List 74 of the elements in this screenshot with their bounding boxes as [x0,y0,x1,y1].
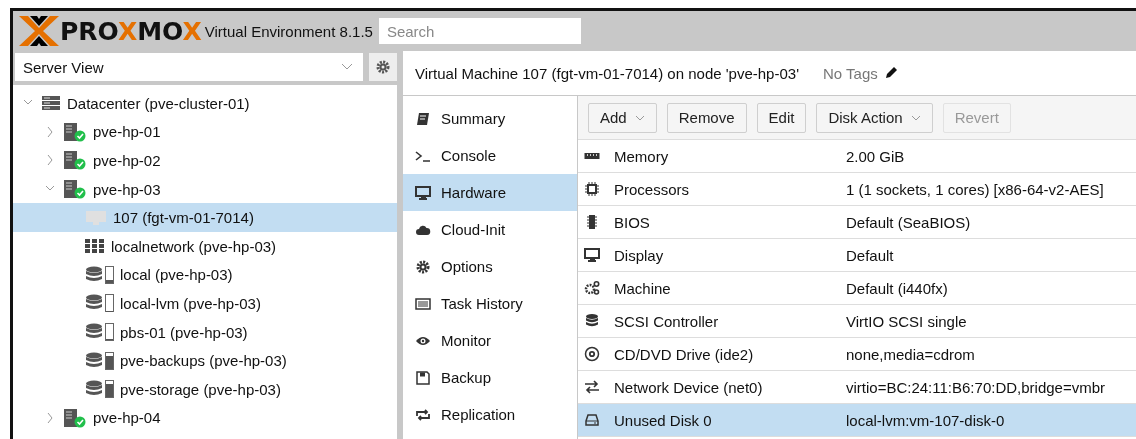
monitor-icon [415,184,431,201]
toolbar-button[interactable]: Remove [666,102,747,133]
nav-tab[interactable]: Replication [403,396,577,433]
nav-tab[interactable]: Task History [403,285,577,322]
tree-item[interactable]: pve-hp-01 [13,117,397,147]
server-online-icon [63,150,87,171]
gears-icon [584,280,600,296]
usage-meter [105,323,114,342]
book-icon [415,110,431,127]
tree-item[interactable]: pve-backups (pve-hp-03) [13,346,397,375]
tree-item[interactable]: localnetwork (pve-hp-03) [13,231,397,261]
list-icon [415,295,431,312]
search-field[interactable]: Search [378,18,581,44]
tree-item[interactable]: pve-storage (pve-hp-03) [13,374,397,404]
disc-icon [584,346,600,362]
tree-item[interactable]: pbs-01 (pve-hp-03) [13,317,397,347]
vm-monitor-icon [85,208,107,227]
nav-tab[interactable]: Hardware [403,174,577,211]
tree-item[interactable]: local (pve-hp-03) [13,260,397,290]
monitor-icon [584,247,600,263]
hardware-row[interactable]: BIOS Default (SeaBIOS) [578,206,1136,239]
exchange-arrows-icon [584,379,600,395]
hardware-row[interactable]: Unused Disk 0 local-lvm:vm-107-disk-0 [578,404,1136,437]
nav-tab[interactable]: Cloud-Init [403,211,577,248]
usage-meter [105,380,114,399]
nav-tab[interactable]: Backup [403,359,577,396]
toolbar-button[interactable]: Disk Action [816,102,933,133]
gear-icon [415,258,431,275]
server-rack-icon [41,95,61,112]
vm-title: Virtual Machine 107 (fgt-vm-01-7014) on node 'pve-hp-03' [415,64,799,82]
database-icon [584,313,600,329]
product-version: Virtual Environment 8.1.5 [204,22,373,40]
usage-meter [105,351,114,370]
hardware-row[interactable]: Memory 2.00 GiB [578,140,1136,173]
nav-tab[interactable]: Monitor [403,322,577,359]
chevron-right-icon[interactable] [45,411,55,424]
usage-meter [105,294,114,313]
usage-meter [105,265,114,284]
toolbar-button[interactable]: Add [588,102,657,133]
tree-item[interactable]: pve-hp-03 [13,174,397,204]
nav-tab[interactable]: Summary [403,100,577,137]
tree-item[interactable]: pve-hp-04 [13,403,397,433]
pencil-icon[interactable] [883,66,898,80]
logo: PROXMOX [60,16,202,46]
server-online-icon [63,179,87,200]
hardware-row[interactable]: Machine Default (i440fx) [578,272,1136,305]
database-icon [85,351,103,370]
tree-item[interactable]: pve-hp-02 [13,146,397,175]
settings-icon [375,59,391,75]
hardware-row[interactable]: SCSI Controller VirtIO SCSI single [578,305,1136,338]
server-online-icon [63,407,87,428]
chevron-right-icon[interactable] [45,125,55,138]
hard-drive-icon [584,412,600,428]
sync-arrows-icon [415,406,431,423]
caret-icon [341,63,353,71]
grid-icon [85,238,105,255]
server-online-icon [63,121,87,142]
chevron-right-icon[interactable] [45,154,55,167]
database-icon [85,265,103,284]
tags-link[interactable]: No Tags [823,64,878,82]
tree-item[interactable]: local-lvm (pve-hp-03) [13,289,397,318]
chip-icon [584,214,600,230]
hardware-row[interactable]: CD/DVD Drive (ide2) none,media=cdrom [578,338,1136,371]
view-select[interactable]: Server View [15,53,363,81]
chip-icon [584,181,600,197]
hardware-row[interactable]: Display Default [578,239,1136,272]
toolbar-button[interactable]: Edit [756,102,807,133]
hardware-row[interactable]: Processors 1 (1 sockets, 1 cores) [x86-64-v2-AES] [578,173,1136,206]
tree-item[interactable]: Datacenter (pve-cluster-01) [13,89,397,118]
tree-item[interactable]: 107 (fgt-vm-01-7014) [13,203,397,232]
logo-icon [17,14,61,48]
settings-button[interactable] [369,53,397,81]
nav-tab[interactable]: Console [403,137,577,174]
nav-tab[interactable]: Options [403,248,577,285]
